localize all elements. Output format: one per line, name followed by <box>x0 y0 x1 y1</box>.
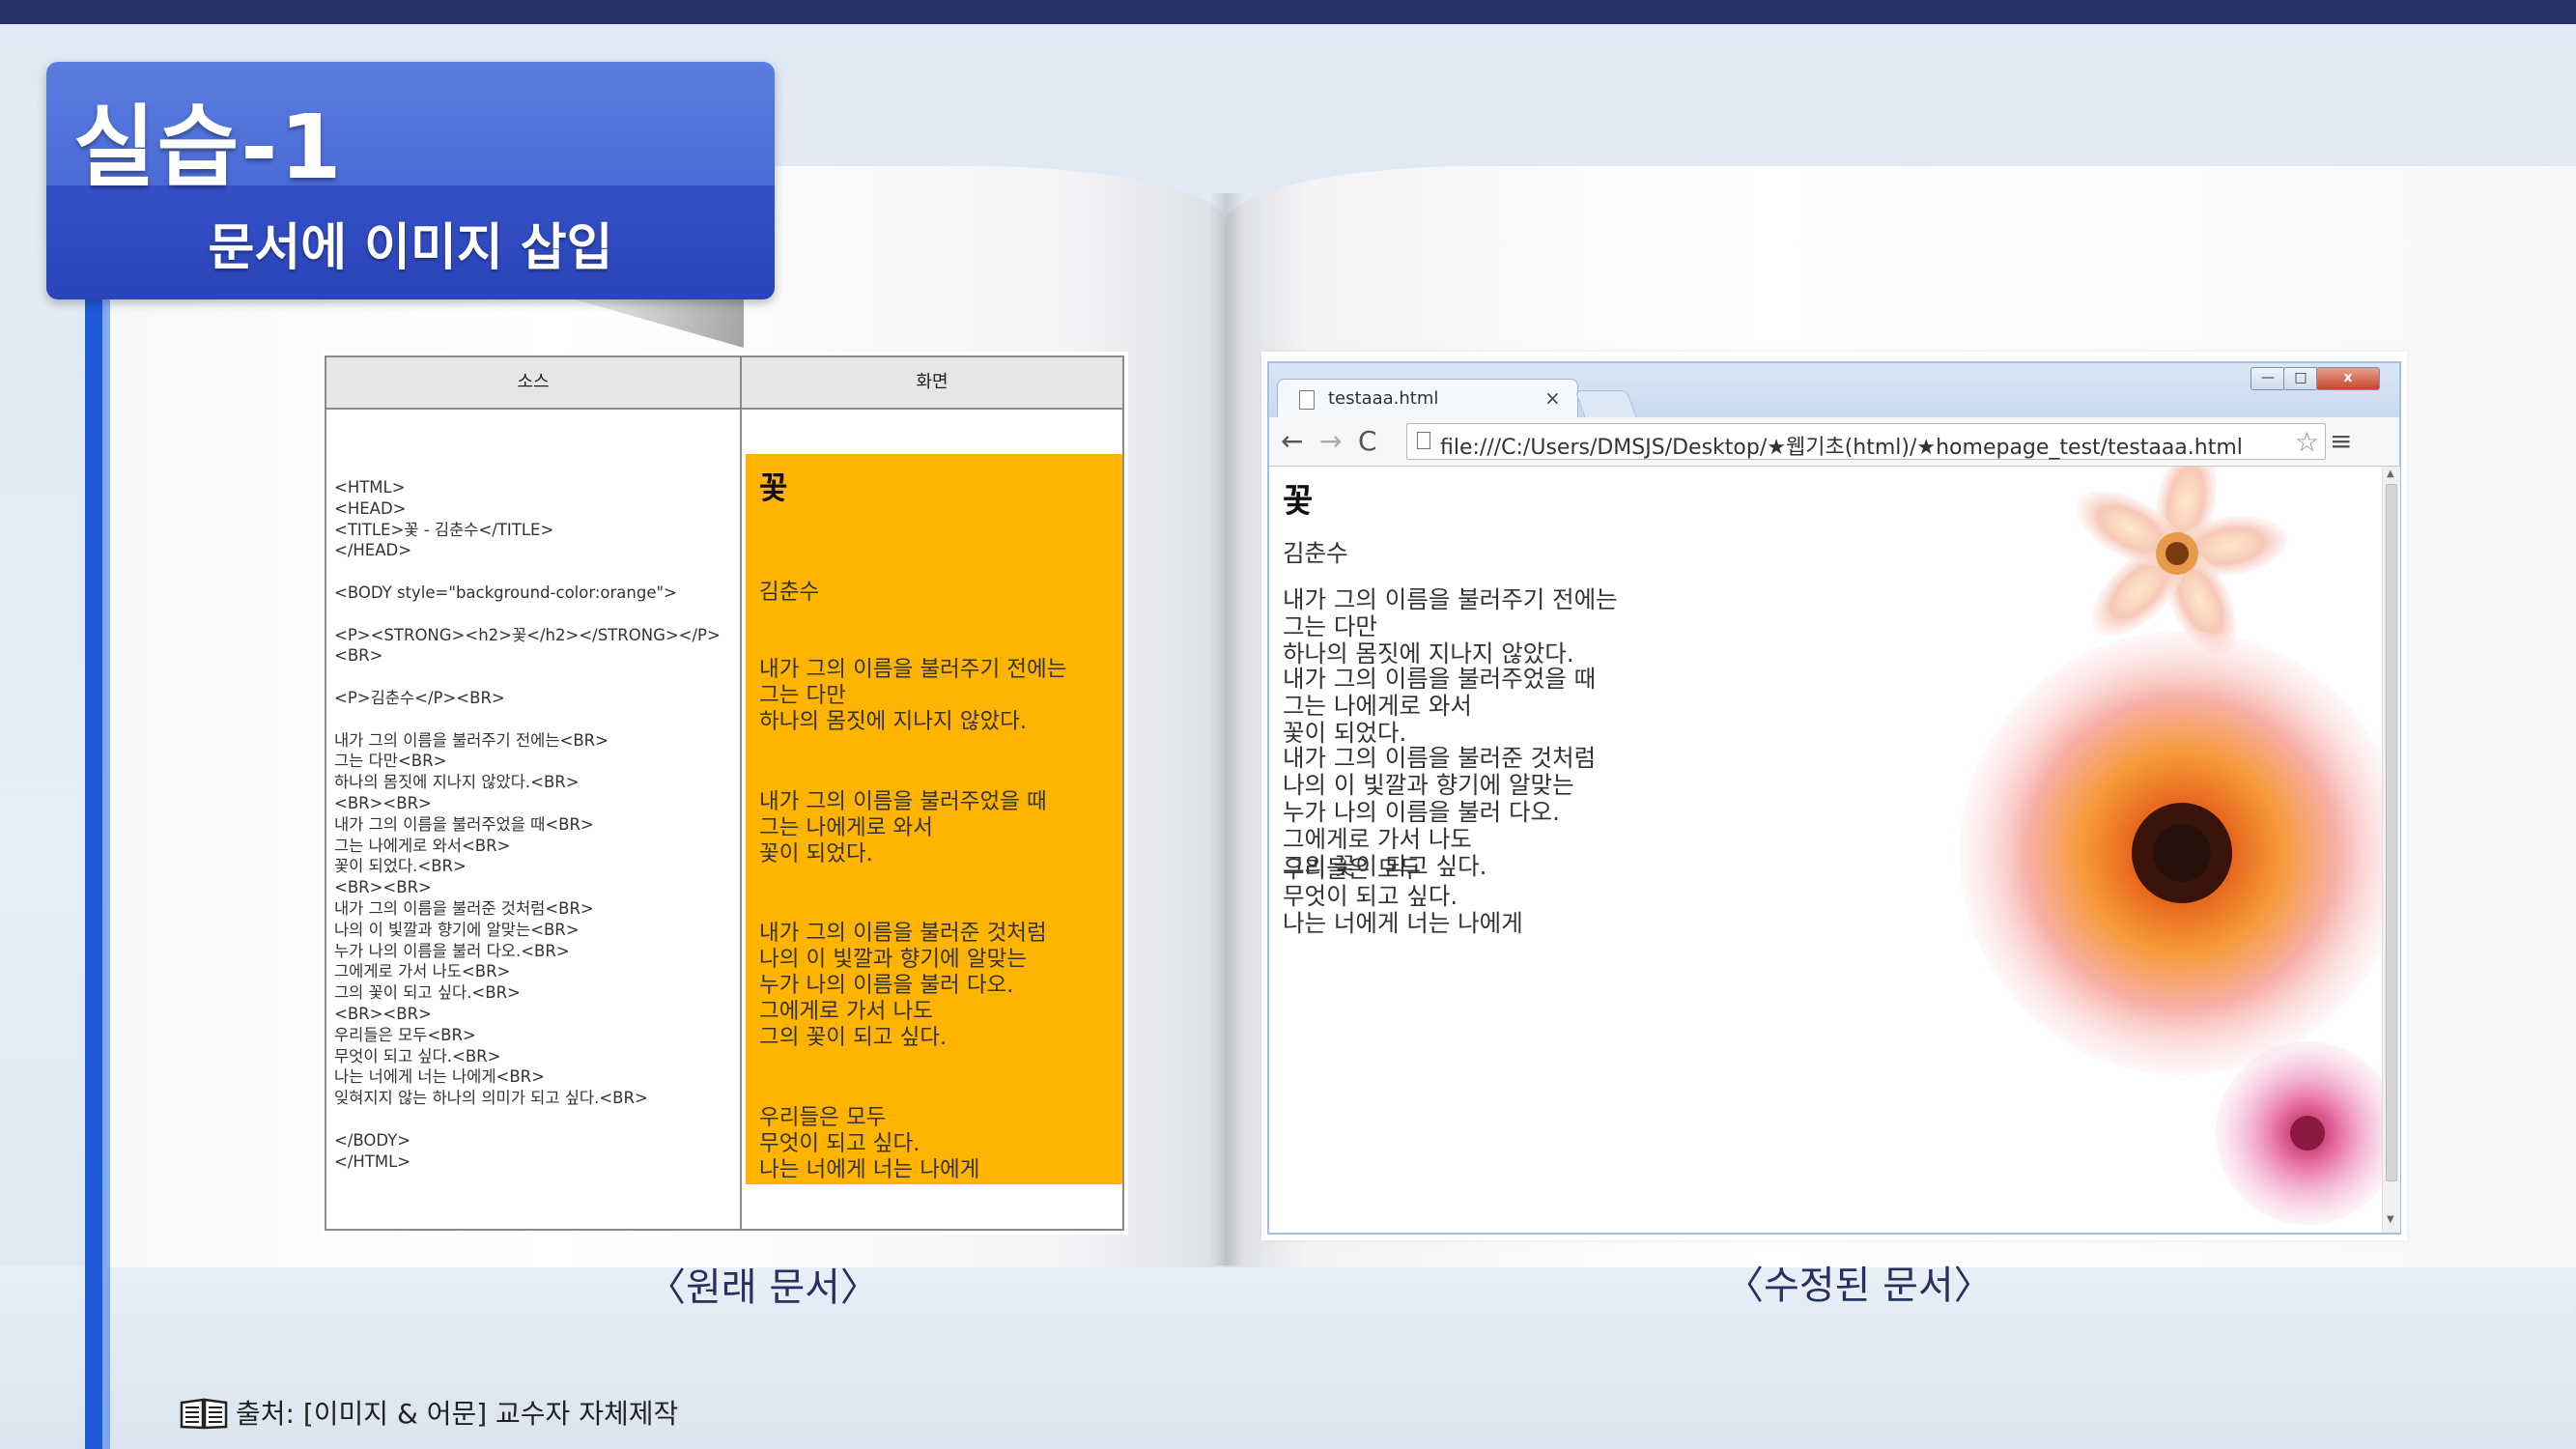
minimize-button[interactable]: — <box>2250 367 2285 390</box>
page-author: 김춘수 <box>1283 539 1348 567</box>
scroll-down-icon[interactable]: ▼ <box>2387 1214 2394 1225</box>
source-credit: 출처: [이미지 & 어문] 교수자 자체제작 <box>236 1398 679 1430</box>
browser-titlebar: testaaa.html × — □ x <box>1269 363 2399 420</box>
browser-tab[interactable]: testaaa.html × <box>1277 379 1578 420</box>
slide-title: 실습-1 <box>73 96 344 199</box>
original-document-image: 소스 화면 <HTML> <HEAD> <TITLE>꽃 - 김춘수</TITL… <box>321 352 1128 1235</box>
forward-arrow-icon[interactable]: → <box>1319 425 1342 457</box>
tab-title: testaaa.html <box>1328 388 1439 409</box>
left-accent-rail <box>85 290 102 1449</box>
poem-stanza-4: 우리들은 모두 무엇이 되고 싶다. 나는 너에게 너는 나에게 <box>759 1105 980 1182</box>
browser-viewport: 꽃 김춘수 내가 그의 이름을 불러주기 전에는 그는 다만 하나의 몸짓에 지… <box>1269 467 2382 1233</box>
left-accent-rail-light <box>102 290 110 1449</box>
file-page-icon <box>1417 432 1430 449</box>
back-arrow-icon[interactable]: ← <box>1281 425 1303 457</box>
poem-author: 김춘수 <box>759 580 820 605</box>
modified-document-image: testaaa.html × — □ x ← → C file:///C:/Us… <box>1261 352 2407 1240</box>
poem-stanza-2: 내가 그의 이름을 불러주었을 때 그는 나에게로 와서 꽃이 되었다. <box>759 789 1047 867</box>
tab-close-icon[interactable]: × <box>1544 386 1561 410</box>
scroll-up-icon[interactable]: ▲ <box>2387 469 2394 479</box>
url-text: file:///C:/Users/DMSJS/Desktop/★웹기초(html… <box>1440 436 2243 460</box>
main-flower <box>1960 631 2382 1075</box>
table-divider <box>740 357 742 1229</box>
rendered-orange-page: 꽃 김춘수 내가 그의 이름을 불러주기 전에는 그는 다만 하나의 몸짓에 지… <box>746 454 1122 1184</box>
page-icon <box>1299 390 1315 410</box>
page-stanza-1: 내가 그의 이름을 불러주기 전에는 그는 다만 하나의 몸짓에 지나지 않았다… <box>1283 585 1618 668</box>
scroll-thumb[interactable] <box>2386 484 2397 1181</box>
source-view-table: 소스 화면 <HTML> <HEAD> <TITLE>꽃 - 김춘수</TITL… <box>325 355 1124 1231</box>
caption-modified: 〈수정된 문서〉 <box>1725 1264 1993 1308</box>
menu-icon[interactable]: ≡ <box>2330 425 2352 457</box>
browser-window: testaaa.html × — □ x ← → C file:///C:/Us… <box>1267 361 2401 1235</box>
html-source-code: <HTML> <HEAD> <TITLE>꽃 - 김춘수</TITLE> </H… <box>334 478 721 1171</box>
vertical-scrollbar[interactable]: ▲ ▼ <box>2382 467 2400 1233</box>
column-header-source: 소스 <box>517 372 550 392</box>
column-header-view: 화면 <box>916 372 948 392</box>
magenta-flower <box>2216 1041 2382 1225</box>
page-heading: 꽃 <box>1283 482 1314 521</box>
bookmark-star-icon[interactable]: ☆ <box>2295 426 2319 458</box>
poem-stanza-3: 내가 그의 이름을 불러준 것처럼 나의 이 빛깔과 향기에 알맞는 누가 나의… <box>759 921 1047 1050</box>
new-tab-button[interactable] <box>1574 390 1638 420</box>
top-bar <box>0 0 2576 24</box>
book-icon <box>180 1398 228 1430</box>
reload-icon[interactable]: C <box>1358 425 1377 457</box>
poem-title: 꽃 <box>759 469 788 506</box>
browser-toolbar: ← → C file:///C:/Users/DMSJS/Desktop/★웹기… <box>1269 417 2399 467</box>
page-stanza-2: 내가 그의 이름을 불러주었을 때 그는 나에게로 와서 꽃이 되었다. <box>1283 665 1597 747</box>
poem-stanza-1: 내가 그의 이름을 불러주기 전에는 그는 다만 하나의 몸짓에 지나지 않았다… <box>759 657 1067 734</box>
maximize-button[interactable]: □ <box>2283 367 2318 390</box>
title-badge: 실습-1 문서에 이미지 삽입 <box>46 62 775 299</box>
page-stanza-4: 우리들은 모두 무엇이 되고 싶다. 나는 너에게 너는 나에게 <box>1283 855 1523 937</box>
address-bar[interactable]: file:///C:/Users/DMSJS/Desktop/★웹기초(html… <box>1406 423 2326 460</box>
slide-subtitle: 문서에 이미지 삽입 <box>208 218 613 277</box>
close-window-button[interactable]: x <box>2316 367 2380 390</box>
book-spine <box>1209 193 1244 1265</box>
caption-original: 〈원래 문서〉 <box>647 1265 879 1310</box>
